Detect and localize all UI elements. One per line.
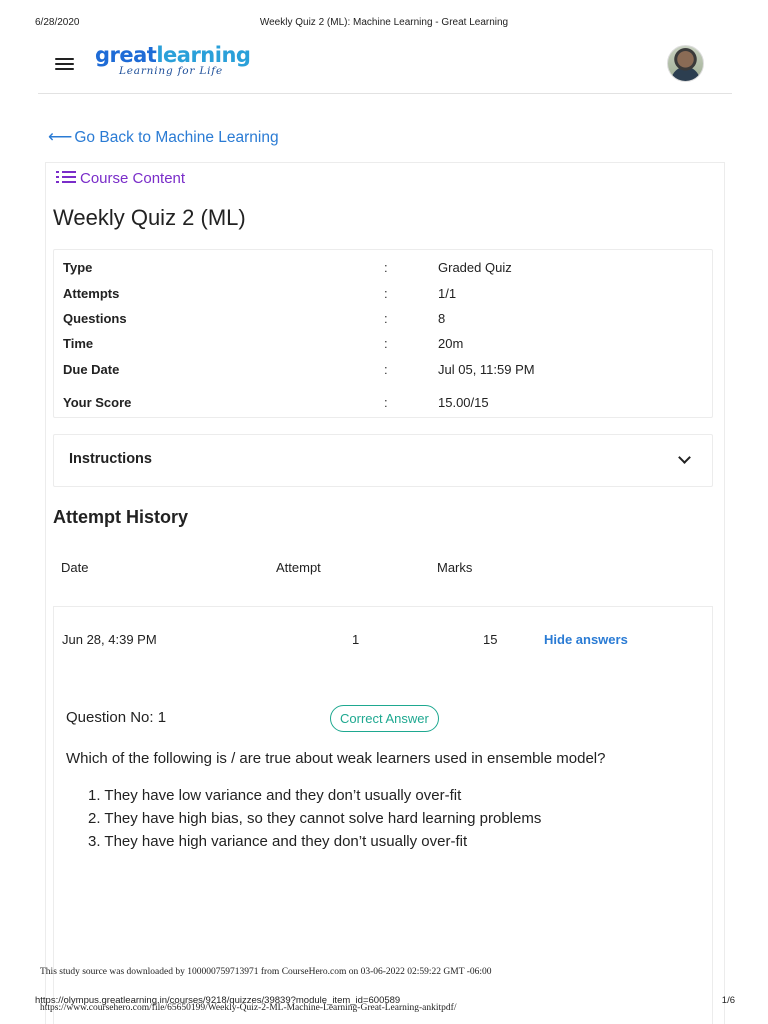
course-content-button[interactable]: Course Content (56, 170, 185, 187)
logo-tagline: Learning for Life (119, 65, 224, 77)
page-number: 1/6 (721, 995, 735, 1006)
list-item: 3. They have high variance and they don’… (88, 833, 468, 850)
question-number: Question No: 1 (66, 709, 167, 726)
back-link-label: Go Back to Machine Learning (74, 129, 279, 146)
quiz-card: Course Content Weekly Quiz 2 (ML) Type: G… (45, 162, 725, 1024)
print-title: Weekly Quiz 2 (ML): Machine Learning - G… (259, 17, 509, 28)
page-title: Weekly Quiz 2 (ML) (53, 205, 246, 230)
question-statements: 1. They have low variance and they don’t… (88, 787, 541, 856)
column-marks: Marks (437, 560, 473, 575)
coursehero-url: https://www.coursehero.com/file/65650199… (40, 1003, 457, 1013)
print-header: 6/28/2020 Weekly Quiz 2 (ML): Machine Le… (0, 17, 768, 31)
attempt-date: Jun 28, 4:39 PM (62, 632, 157, 647)
info-row: Type: Graded Quiz (63, 260, 512, 275)
list-item: 1. They have low variance and they don’t… (88, 787, 462, 804)
list-item: 2. They have high bias, so they cannot s… (88, 810, 542, 827)
download-note: This study source was downloaded by 1000… (40, 967, 492, 977)
info-row-score: Your Score:15.00/15 (63, 395, 489, 410)
column-attempt: Attempt (276, 560, 321, 575)
quiz-info-table: Type: Graded Quiz Attempts:1/1 Questions:… (53, 249, 713, 418)
hide-answers-link[interactable]: Hide answers (544, 632, 628, 647)
top-bar: greatlearning Learning for Life (38, 40, 732, 94)
chevron-down-icon (678, 451, 691, 464)
list-icon (56, 171, 76, 184)
instructions-accordion[interactable]: Instructions (53, 434, 713, 487)
attempt-panel: Jun 28, 4:39 PM 1 15 Hide answers Questi… (53, 606, 713, 1024)
hamburger-icon[interactable] (55, 56, 74, 71)
attempt-marks: 15 (483, 632, 498, 647)
arrow-left-icon: ⟵ (48, 127, 73, 146)
attempt-history-header: Date Attempt Marks (46, 560, 726, 580)
status-badge: Correct Answer (330, 705, 439, 732)
info-row: Time:20m (63, 336, 464, 351)
instructions-label: Instructions (69, 451, 152, 467)
back-to-course-link[interactable]: ⟵ Go Back to Machine Learning (48, 127, 279, 147)
course-content-label: Course Content (80, 170, 186, 187)
great-learning-logo[interactable]: greatlearning Learning for Life (95, 43, 255, 83)
info-row: Questions:8 (63, 311, 446, 326)
attempt-history-title: Attempt History (53, 507, 189, 527)
question-text: Which of the following is / are true abo… (66, 750, 606, 767)
user-avatar[interactable] (667, 45, 704, 82)
attempt-number: 1 (352, 632, 360, 647)
column-date: Date (61, 560, 89, 575)
info-row: Attempts:1/1 (63, 286, 457, 301)
info-row: Due Date: Jul 05, 11:59 PM (63, 362, 535, 377)
table-row: Jun 28, 4:39 PM 1 15 Hide answers (54, 632, 714, 652)
